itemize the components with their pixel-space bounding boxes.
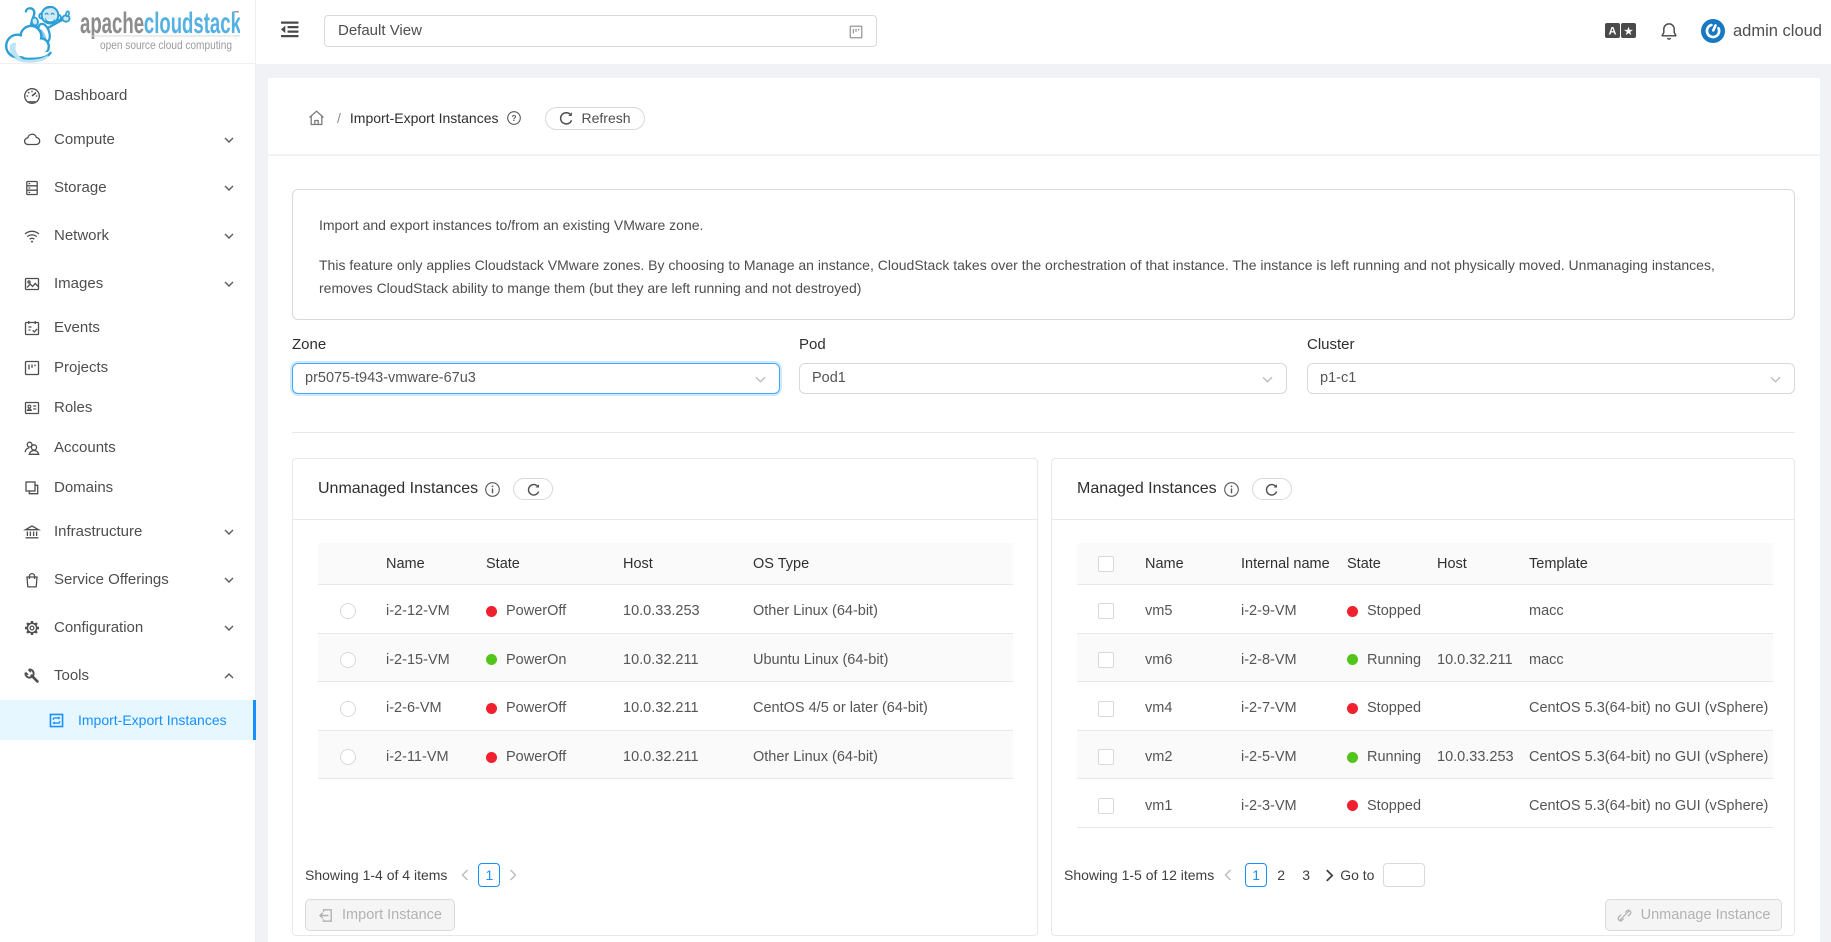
svg-text:open source cloud computing: open source cloud computing — [100, 38, 232, 52]
svg-text:A: A — [1609, 26, 1617, 38]
svg-text:★: ★ — [1623, 26, 1633, 38]
svg-text:cloudstack: cloudstack — [144, 7, 240, 41]
svg-text:?: ? — [511, 113, 516, 123]
svg-text:apache: apache — [80, 7, 144, 41]
